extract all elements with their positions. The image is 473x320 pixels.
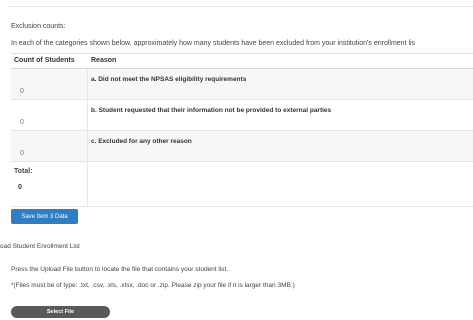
total-label: Total: <box>14 168 33 175</box>
upload-file-type-note: *(Files must be of type: .txt, .csv, .xl… <box>11 282 295 289</box>
section-intro: In each of the categories shown below, a… <box>11 40 416 47</box>
count-value: 0 <box>20 119 24 126</box>
table-header: Count of Students Reason <box>11 53 473 69</box>
header-reason: Reason <box>91 57 117 64</box>
save-item-3-button[interactable]: Save Item 3 Data <box>11 209 78 224</box>
total-value: 0 <box>18 184 22 191</box>
table-row: 0 a. Did not meet the NPSAS eligibility … <box>11 69 473 100</box>
upload-section-title: oad Student Enrollment List <box>0 243 80 250</box>
table-row: 0 b. Student requested that their inform… <box>11 100 473 131</box>
select-file-button[interactable]: Select File <box>11 306 110 318</box>
table-total-row: Total: 0 <box>11 162 473 207</box>
count-value: 0 <box>20 150 24 157</box>
exclusion-table: Count of Students Reason 0 a. Did not me… <box>11 53 473 207</box>
top-divider <box>8 0 473 7</box>
section-title: Exclusion counts: <box>11 23 66 30</box>
header-count: Count of Students <box>14 57 75 64</box>
reason-text: b. Student requested that their informat… <box>91 107 332 114</box>
count-field-b[interactable]: 0 <box>11 100 88 130</box>
upload-help-text: Press the Upload File button to locate t… <box>11 266 229 273</box>
count-field-c[interactable]: 0 <box>11 131 88 161</box>
count-value: 0 <box>20 88 24 95</box>
reason-text: a. Did not meet the NPSAS eligibility re… <box>91 76 247 83</box>
count-field-a[interactable]: 0 <box>11 69 88 99</box>
reason-text: c. Excluded for any other reason <box>91 138 192 145</box>
table-row: 0 c. Excluded for any other reason <box>11 131 473 162</box>
